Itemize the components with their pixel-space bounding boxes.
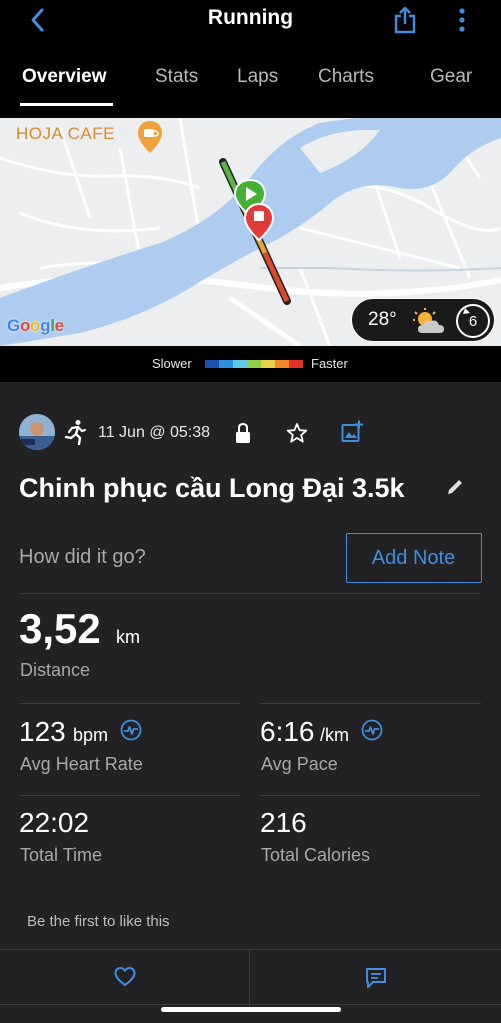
running-icon [64,420,87,445]
total-time-label: Total Time [20,845,103,865]
calories-value: 216 [260,807,307,838]
legend-swatch [219,360,233,368]
add-note-button[interactable]: Add Note [346,533,482,583]
tab-gear[interactable]: Gear [430,66,472,88]
legend-swatch [205,360,219,368]
tab-overview[interactable]: Overview [22,66,107,88]
heart-rate-unit: bpm [73,725,109,745]
star-icon[interactable] [286,422,308,444]
pace-chart-icon[interactable] [361,719,383,741]
add-note-label: Add Note [371,547,456,569]
active-tab-indicator [20,103,113,106]
comment-button[interactable] [251,950,501,1006]
activity-title: Chinh phục cầu Long Đại 3.5k [19,473,405,503]
poi-label: HOJA CAFE [16,124,115,143]
divider [260,795,481,796]
page-title: Running [207,6,294,29]
legend-swatch [261,360,275,368]
share-icon [394,6,416,34]
pace-value: 6:16 [260,716,315,747]
social-actions-bar [0,949,501,1006]
distance-value: 3,52 [19,605,101,652]
tab-stats[interactable]: Stats [155,66,198,88]
distance-label: Distance [20,660,91,680]
share-button[interactable] [392,5,418,35]
legend-swatch [289,360,303,368]
distance-unit: km [116,627,140,647]
temperature: 28° [368,309,397,330]
tab-laps[interactable]: Laps [237,66,278,88]
activity-date: 11 Jun @ 05:38 [98,424,211,441]
wind-speed: 6 [468,313,478,330]
legend-swatch [233,360,247,368]
google-logo: Google [7,316,64,335]
heart-rate-label: Avg Heart Rate [20,754,143,774]
legend-slower-label: Slower [152,356,192,371]
note-prompt: How did it go? [19,546,146,568]
calories-label: Total Calories [261,845,371,865]
top-header: Running Overview Stats Laps Charts Gear [0,0,501,108]
tab-bar: Overview Stats Laps Charts Gear [0,56,501,108]
legend-faster-label: Faster [311,356,348,371]
divider [19,795,240,796]
like-button[interactable] [0,950,250,1006]
pencil-icon[interactable] [445,477,465,497]
home-indicator[interactable] [161,1007,341,1012]
cafe-pin-icon [138,121,162,153]
pace-legend: Slower Faster [0,346,501,382]
activity-card: 11 Jun @ 05:38 Chinh phục cầu Long Đại 3… [0,382,501,1023]
legend-swatch [247,360,261,368]
lock-icon[interactable] [234,422,252,444]
divider [19,593,481,594]
route-map[interactable]: HOJA CAFE Google 28° 6 [0,118,501,346]
add-photo-icon[interactable] [341,420,363,444]
heart-rate-chart-icon[interactable] [120,719,142,741]
more-options-button[interactable] [453,6,471,34]
divider [260,703,481,704]
comment-icon [366,968,386,988]
weather-badge[interactable]: 28° 6 [351,298,495,342]
divider [19,703,240,704]
heart-icon [114,967,136,986]
avatar[interactable] [19,414,55,450]
avatar-image [19,414,55,450]
wind-indicator: 6 [456,304,490,338]
more-vertical-icon [459,8,465,32]
finish-marker-icon [243,202,275,242]
partly-cloudy-icon [413,308,444,333]
tab-charts[interactable]: Charts [318,66,374,88]
pace-label: Avg Pace [261,754,338,774]
likes-text: Be the first to like this [27,913,170,930]
legend-swatch [275,360,289,368]
pace-unit: /km [320,725,349,745]
heart-rate-value: 123 [19,716,66,747]
total-time-value: 22:02 [19,807,90,838]
legend-color-bar [205,360,303,368]
